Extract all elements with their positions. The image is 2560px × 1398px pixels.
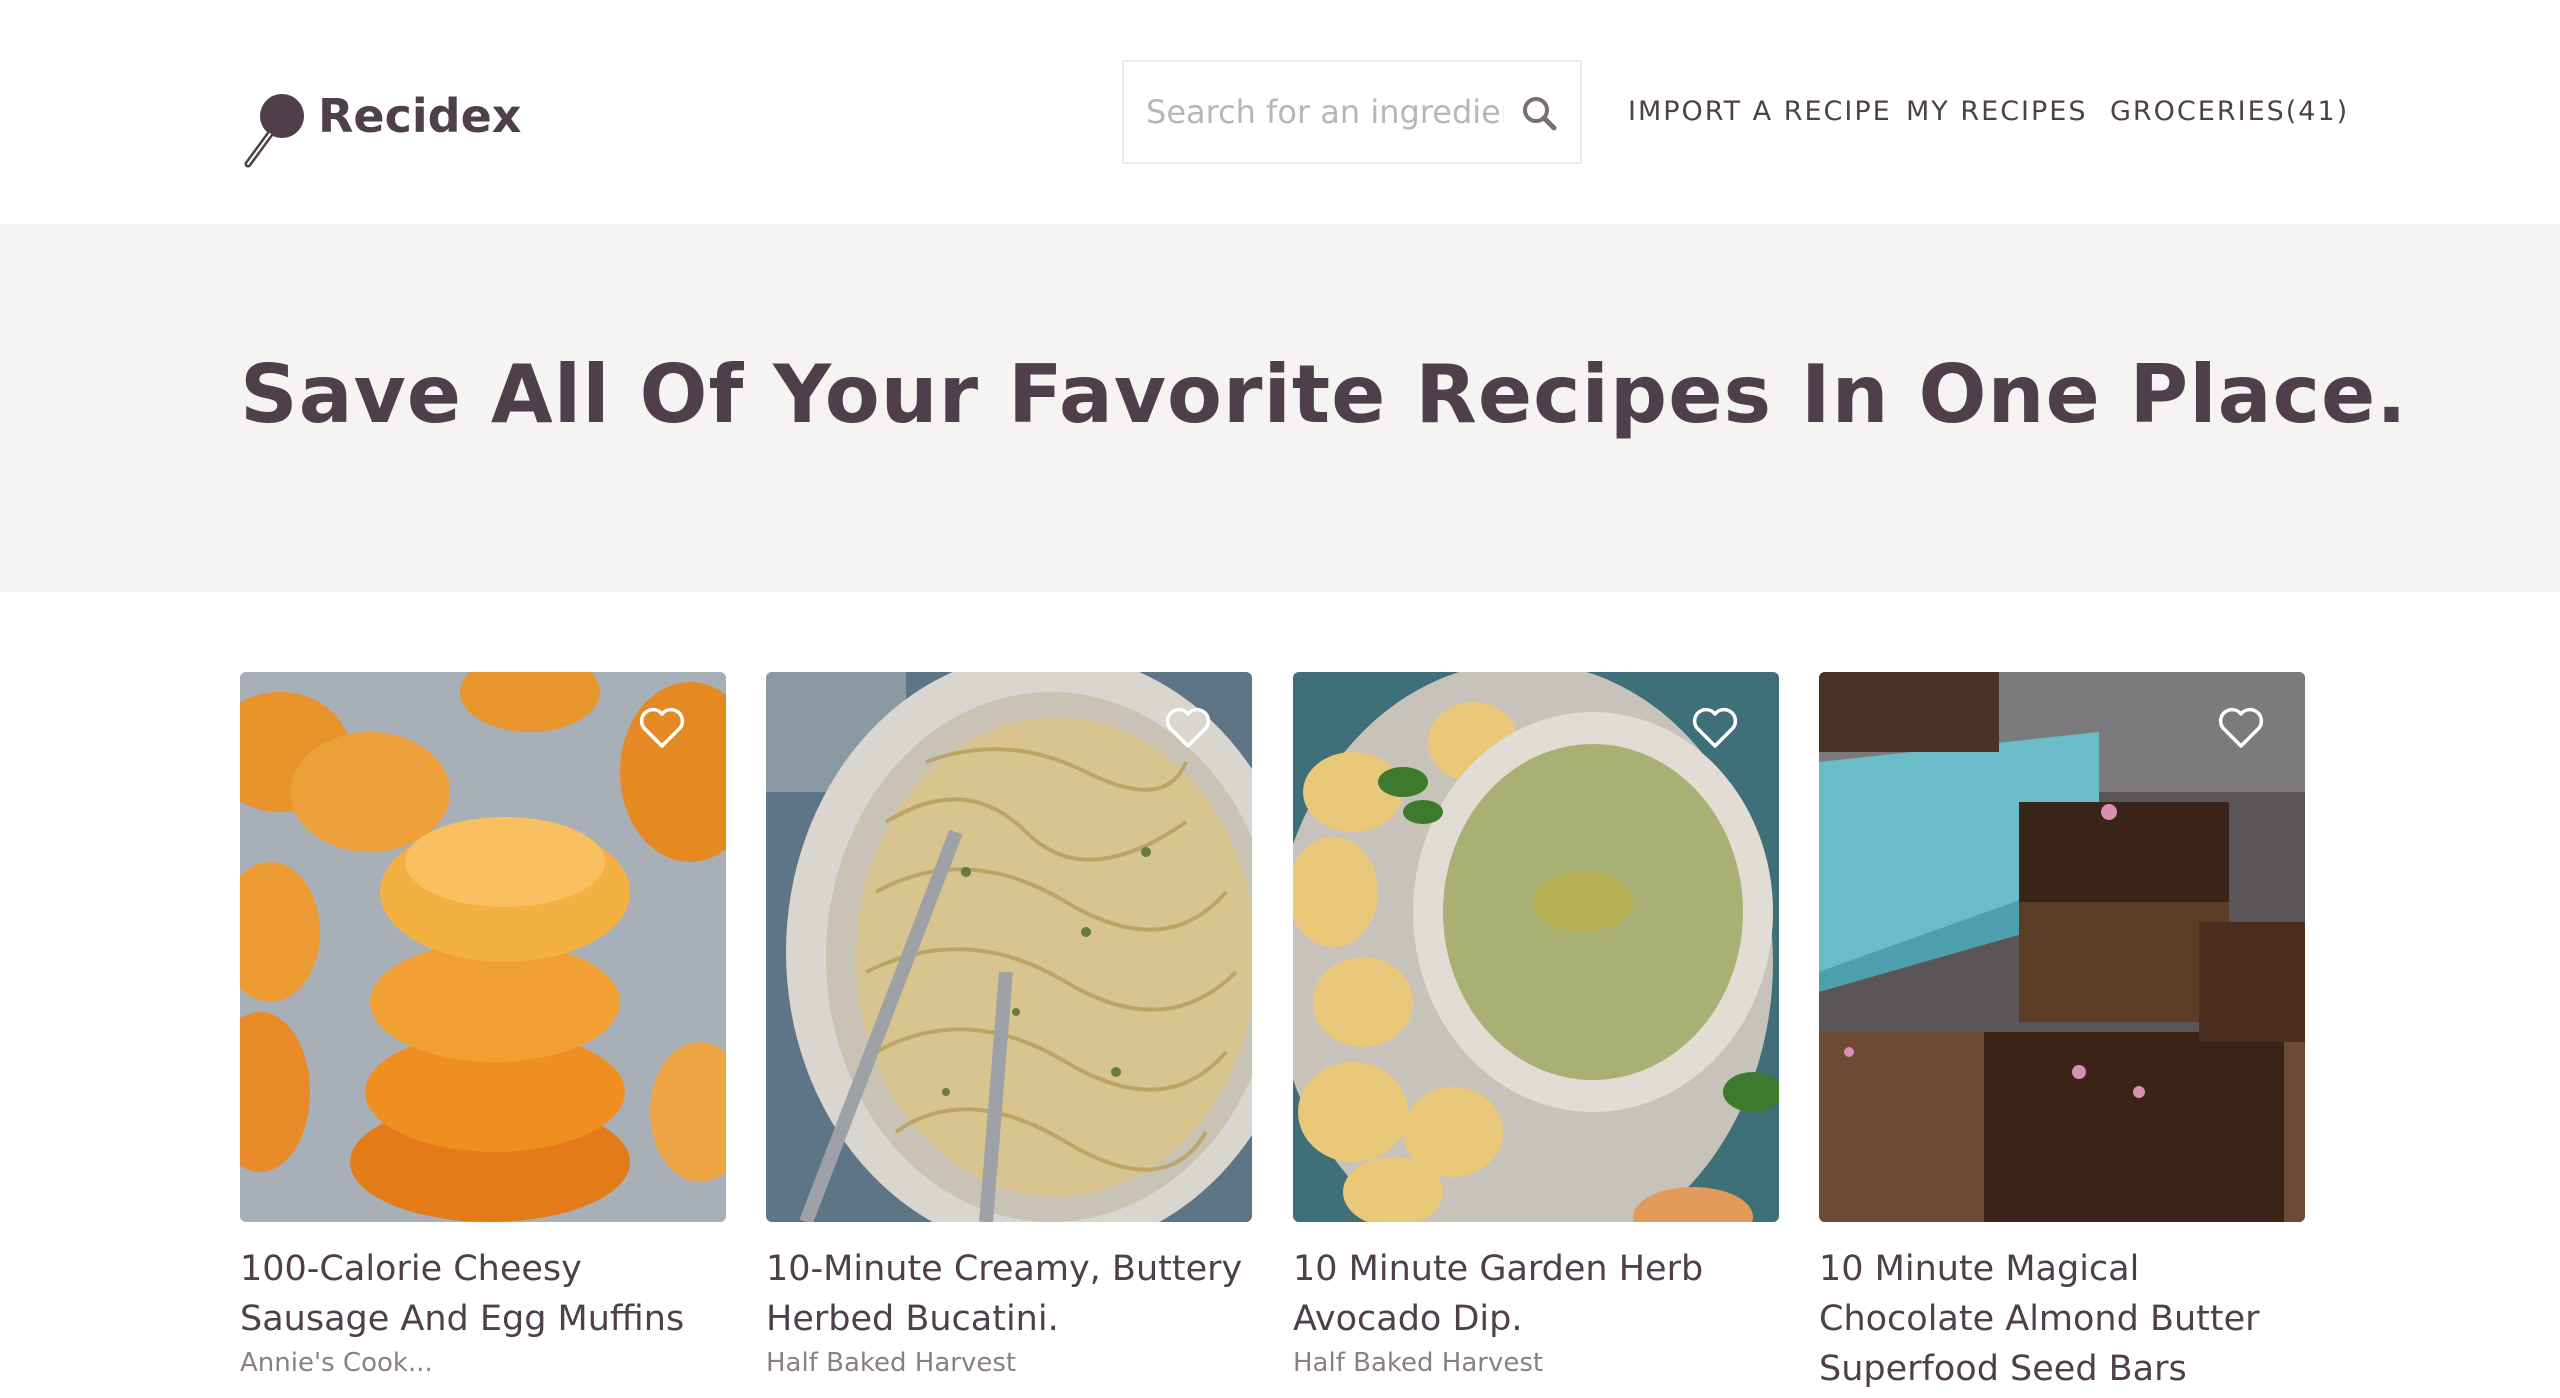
hero-banner: Save All Of Your Favorite Recipes In One… [0, 224, 2560, 592]
recipe-image[interactable] [1293, 672, 1779, 1222]
heart-icon[interactable] [1691, 706, 1739, 750]
search-box [1122, 60, 1582, 164]
nav-groceries[interactable]: GROCERIES(41) [2110, 96, 2349, 127]
nav-my-recipes[interactable]: MY RECIPES [1906, 96, 2088, 127]
search-input[interactable] [1124, 93, 1504, 131]
recipe-source: Annie's Cook... [240, 1348, 433, 1378]
site-header: Recidex IMPORT A RECIPE MY RECIPES GROCE… [0, 0, 2560, 224]
recipe-title[interactable]: 100-Calorie Cheesy Sausage And Egg Muffi… [240, 1244, 726, 1344]
recipe-title[interactable]: 10 Minute Magical Chocolate Almond Butte… [1819, 1244, 2305, 1394]
recipe-title[interactable]: 10 Minute Garden Herb Avocado Dip. [1293, 1244, 1779, 1344]
heart-icon[interactable] [1164, 706, 1212, 750]
recipe-image[interactable] [1819, 672, 2305, 1222]
recipe-image[interactable] [240, 672, 726, 1222]
egg-muffins-image [240, 672, 726, 1222]
nav-import-recipe[interactable]: IMPORT A RECIPE [1628, 96, 1892, 127]
recipe-card[interactable]: 10 Minute Magical Chocolate Almond Butte… [1819, 672, 2305, 1398]
heart-icon[interactable] [2217, 706, 2265, 750]
recipe-title[interactable]: 10-Minute Creamy, Buttery Herbed Bucatin… [766, 1244, 1252, 1344]
recipe-card[interactable]: 100-Calorie Cheesy Sausage And Egg Muffi… [240, 672, 726, 1378]
hero-title: Save All Of Your Favorite Recipes In One… [240, 348, 2408, 441]
heart-icon[interactable] [638, 706, 686, 750]
avocado-dip-image [1293, 672, 1779, 1222]
recipe-source: Half Baked Harvest [766, 1348, 1017, 1378]
brand-name: Recidex [318, 89, 522, 143]
search-icon[interactable] [1518, 92, 1562, 136]
chocolate-bars-image [1819, 672, 2305, 1222]
recipe-image[interactable] [766, 672, 1252, 1222]
bucatini-image [766, 672, 1252, 1222]
recipe-source: Half Baked Harvest [1293, 1348, 1544, 1378]
frying-pan-icon [244, 94, 304, 168]
recipe-card[interactable]: 10 Minute Garden Herb Avocado Dip. Half … [1293, 672, 1779, 1378]
brand-logo[interactable]: Recidex [240, 84, 521, 168]
recipe-card[interactable]: 10-Minute Creamy, Buttery Herbed Bucatin… [766, 672, 1252, 1378]
